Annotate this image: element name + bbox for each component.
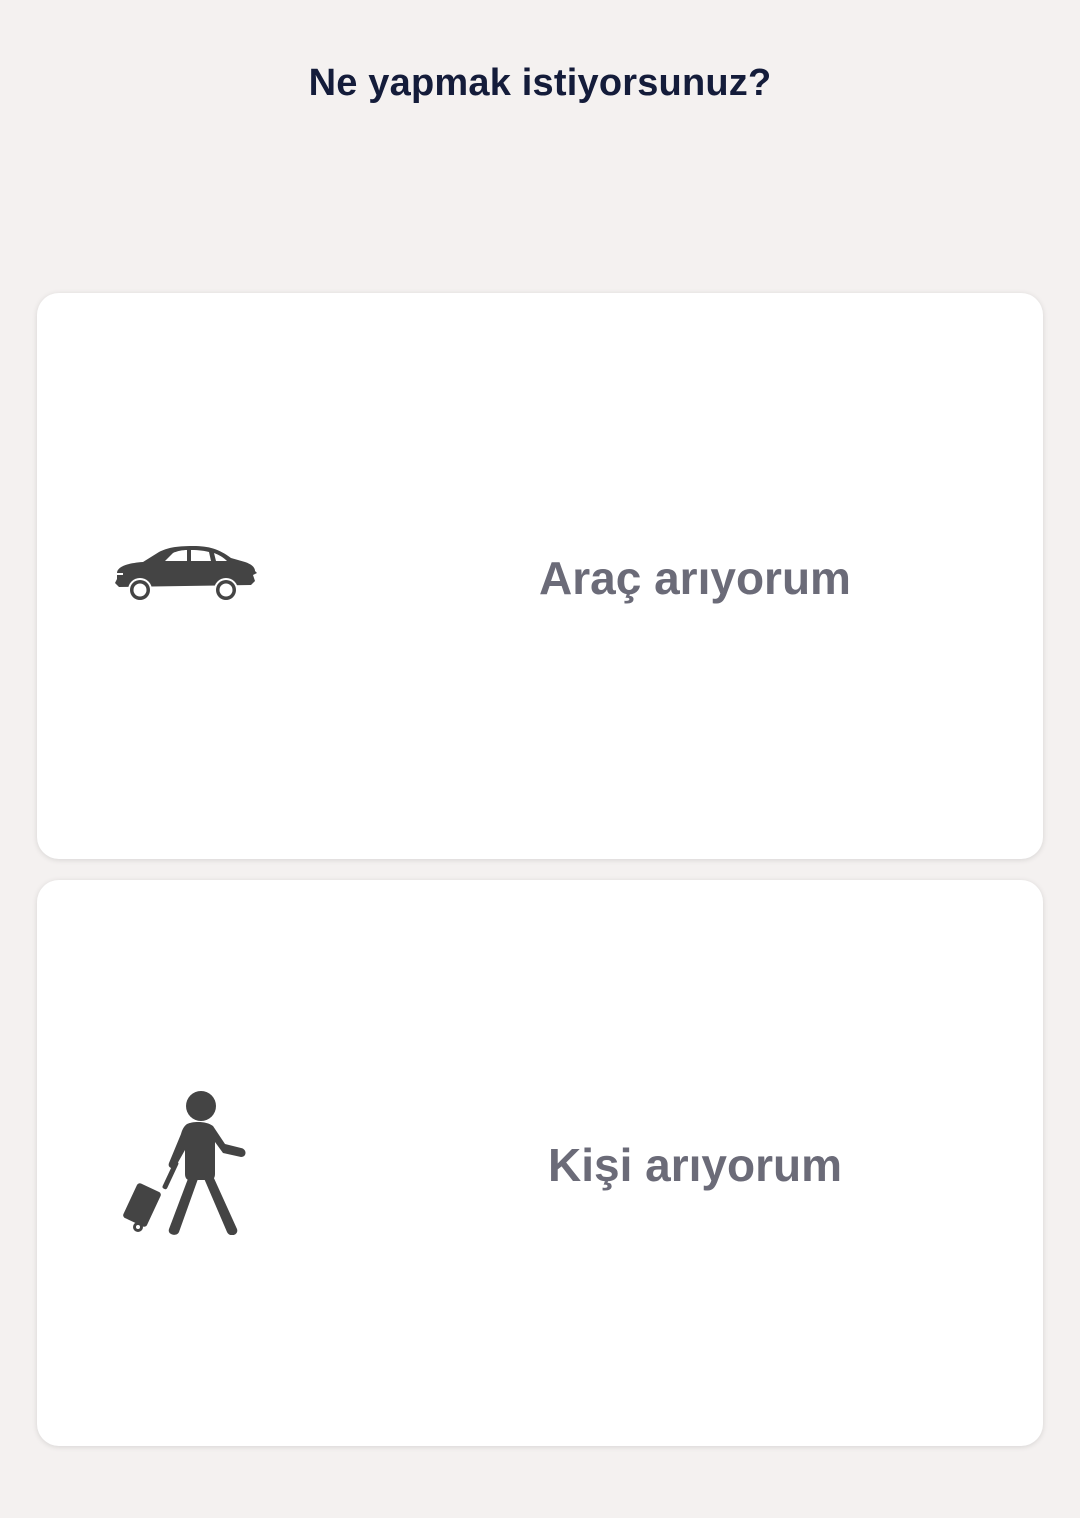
- option-label-person: Kişi arıyorum: [548, 1139, 842, 1191]
- option-label-vehicle: Araç arıyorum: [539, 552, 851, 604]
- option-card-vehicle[interactable]: Araç arıyorum: [37, 293, 1043, 859]
- page-title: Ne yapmak istiyorsunuz?: [308, 62, 772, 104]
- car-icon: [115, 546, 257, 602]
- traveler-with-luggage-icon: [123, 1091, 246, 1235]
- option-card-person[interactable]: Kişi arıyorum: [37, 880, 1043, 1446]
- page: Ne yapmak istiyorsunuz? Araç arıyorum Ki…: [0, 0, 1080, 1518]
